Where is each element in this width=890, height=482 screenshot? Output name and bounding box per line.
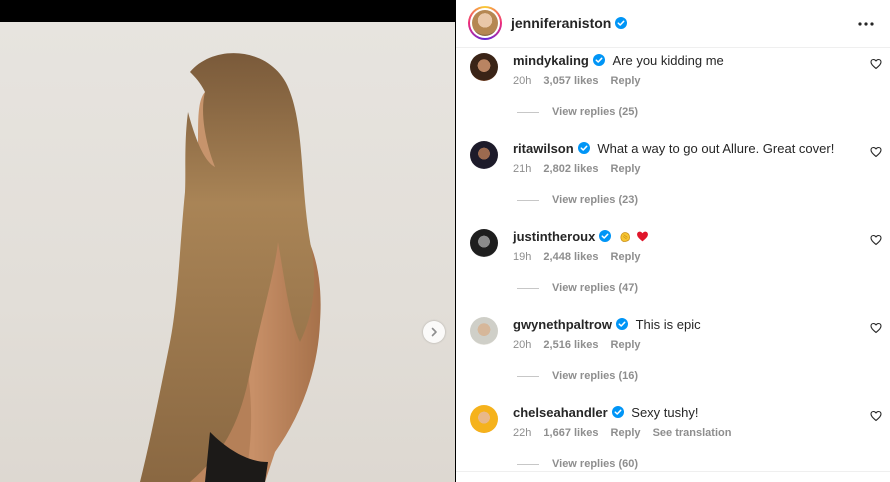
comment-likes[interactable]: 1,667 likes xyxy=(543,427,598,439)
reply-button[interactable]: Reply xyxy=(611,75,641,87)
comment-item: chelseahandler Sexy tushy! 22h 1,667 lik… xyxy=(456,400,890,471)
comment-item: gwynethpaltrow This is epic 20h 2,516 li… xyxy=(456,312,890,400)
view-replies-button[interactable]: View replies (16) xyxy=(517,370,638,382)
heart-outline-icon[interactable] xyxy=(870,146,882,158)
comment-username[interactable]: justintheroux xyxy=(513,229,595,244)
verified-badge-icon xyxy=(577,142,590,154)
app-frame: jenniferaniston mindykaling Are you kidd… xyxy=(0,0,890,482)
avatar[interactable] xyxy=(470,141,498,169)
avatar[interactable] xyxy=(470,53,498,81)
view-replies-button[interactable]: View replies (23) xyxy=(517,194,638,206)
comment-body: mindykaling Are you kidding me xyxy=(513,53,724,69)
view-replies-label[interactable]: View replies (47) xyxy=(552,282,638,294)
comment-time[interactable]: 22h xyxy=(513,427,531,439)
next-media-button[interactable] xyxy=(423,321,445,343)
heart-outline-icon[interactable] xyxy=(870,58,882,70)
author-username-text[interactable]: jenniferaniston xyxy=(511,15,611,31)
comment-time[interactable]: 19h xyxy=(513,251,531,263)
replies-divider xyxy=(517,463,539,465)
comment-meta: 19h 2,448 likes Reply xyxy=(513,251,650,263)
comment-meta: 20h 3,057 likes Reply xyxy=(513,75,650,87)
red-heart-emoji-icon xyxy=(636,231,648,242)
replies-divider xyxy=(517,375,539,377)
comments-panel: jenniferaniston mindykaling Are you kidd… xyxy=(456,0,890,482)
reply-button[interactable]: Reply xyxy=(611,427,641,439)
comment-item: ritawilson What a way to go out Allure. … xyxy=(456,136,890,224)
comment-item: justintheroux 19h 2,448 likes Reply View… xyxy=(456,224,890,312)
comment-text: Sexy tushy! xyxy=(631,405,699,420)
verified-badge-icon xyxy=(611,406,624,418)
reply-button[interactable]: Reply xyxy=(611,163,641,175)
view-replies-label[interactable]: View replies (23) xyxy=(552,194,638,206)
verified-badge-icon xyxy=(615,318,628,330)
verified-badge-icon xyxy=(592,54,605,66)
comment-likes[interactable]: 2,802 likes xyxy=(543,163,598,175)
avatar[interactable] xyxy=(470,317,498,345)
post-header: jenniferaniston xyxy=(456,0,890,48)
view-replies-label[interactable]: View replies (25) xyxy=(552,106,638,118)
comment-item: mindykaling Are you kidding me 20h 3,057… xyxy=(456,48,890,136)
reply-button[interactable]: Reply xyxy=(611,251,641,263)
replies-divider xyxy=(517,111,539,113)
comment-body: ritawilson What a way to go out Allure. … xyxy=(513,141,834,157)
comment-meta: 20h 2,516 likes Reply xyxy=(513,339,650,351)
comment-time[interactable]: 20h xyxy=(513,339,531,351)
comment-body: justintheroux xyxy=(513,229,649,245)
comment-body: gwynethpaltrow This is epic xyxy=(513,317,701,333)
replies-divider xyxy=(517,199,539,201)
reply-button[interactable]: Reply xyxy=(611,339,641,351)
avatar[interactable] xyxy=(470,405,498,433)
comment-username[interactable]: chelseahandler xyxy=(513,405,608,420)
comment-time[interactable]: 20h xyxy=(513,75,531,87)
comment-likes[interactable]: 2,448 likes xyxy=(543,251,598,263)
heart-outline-icon[interactable] xyxy=(870,234,882,246)
author-avatar[interactable] xyxy=(468,6,502,40)
comment-username[interactable]: ritawilson xyxy=(513,141,574,156)
view-replies-button[interactable]: View replies (60) xyxy=(517,458,638,470)
chevron-right-icon xyxy=(431,327,437,337)
comment-body: chelseahandler Sexy tushy! xyxy=(513,405,698,421)
heart-outline-icon[interactable] xyxy=(870,410,882,422)
comment-text: Are you kidding me xyxy=(612,53,724,68)
heart-outline-icon[interactable] xyxy=(870,322,882,334)
see-translation-button[interactable]: See translation xyxy=(653,427,732,439)
comment-meta: 21h 2,802 likes Reply xyxy=(513,163,650,175)
comment-username[interactable]: mindykaling xyxy=(513,53,589,68)
author-username[interactable]: jenniferaniston xyxy=(511,15,628,31)
comment-meta: 22h 1,667 likes Reply See translation xyxy=(513,427,740,439)
avatar[interactable] xyxy=(470,229,498,257)
comment-likes[interactable]: 3,057 likes xyxy=(543,75,598,87)
view-replies-label[interactable]: View replies (60) xyxy=(552,458,638,470)
panel-footer xyxy=(456,472,890,482)
post-photo xyxy=(140,53,321,482)
view-replies-button[interactable]: View replies (47) xyxy=(517,282,638,294)
view-replies-button[interactable]: View replies (25) xyxy=(517,106,638,118)
post-media[interactable] xyxy=(0,22,455,482)
comment-time[interactable]: 21h xyxy=(513,163,531,175)
clapping-hands-emoji-icon xyxy=(620,232,630,242)
comment-text: This is epic xyxy=(635,317,701,332)
more-options-button[interactable] xyxy=(854,12,878,36)
comment-likes[interactable]: 2,516 likes xyxy=(543,339,598,351)
comment-text: What a way to go out Allure. Great cover… xyxy=(597,141,835,156)
replies-divider xyxy=(517,287,539,289)
more-options-icon xyxy=(858,22,874,26)
verified-badge-icon xyxy=(615,17,628,29)
comments-list: mindykaling Are you kidding me 20h 3,057… xyxy=(456,48,890,471)
view-replies-label[interactable]: View replies (16) xyxy=(552,370,638,382)
comment-username[interactable]: gwynethpaltrow xyxy=(513,317,612,332)
verified-badge-icon xyxy=(599,230,612,242)
